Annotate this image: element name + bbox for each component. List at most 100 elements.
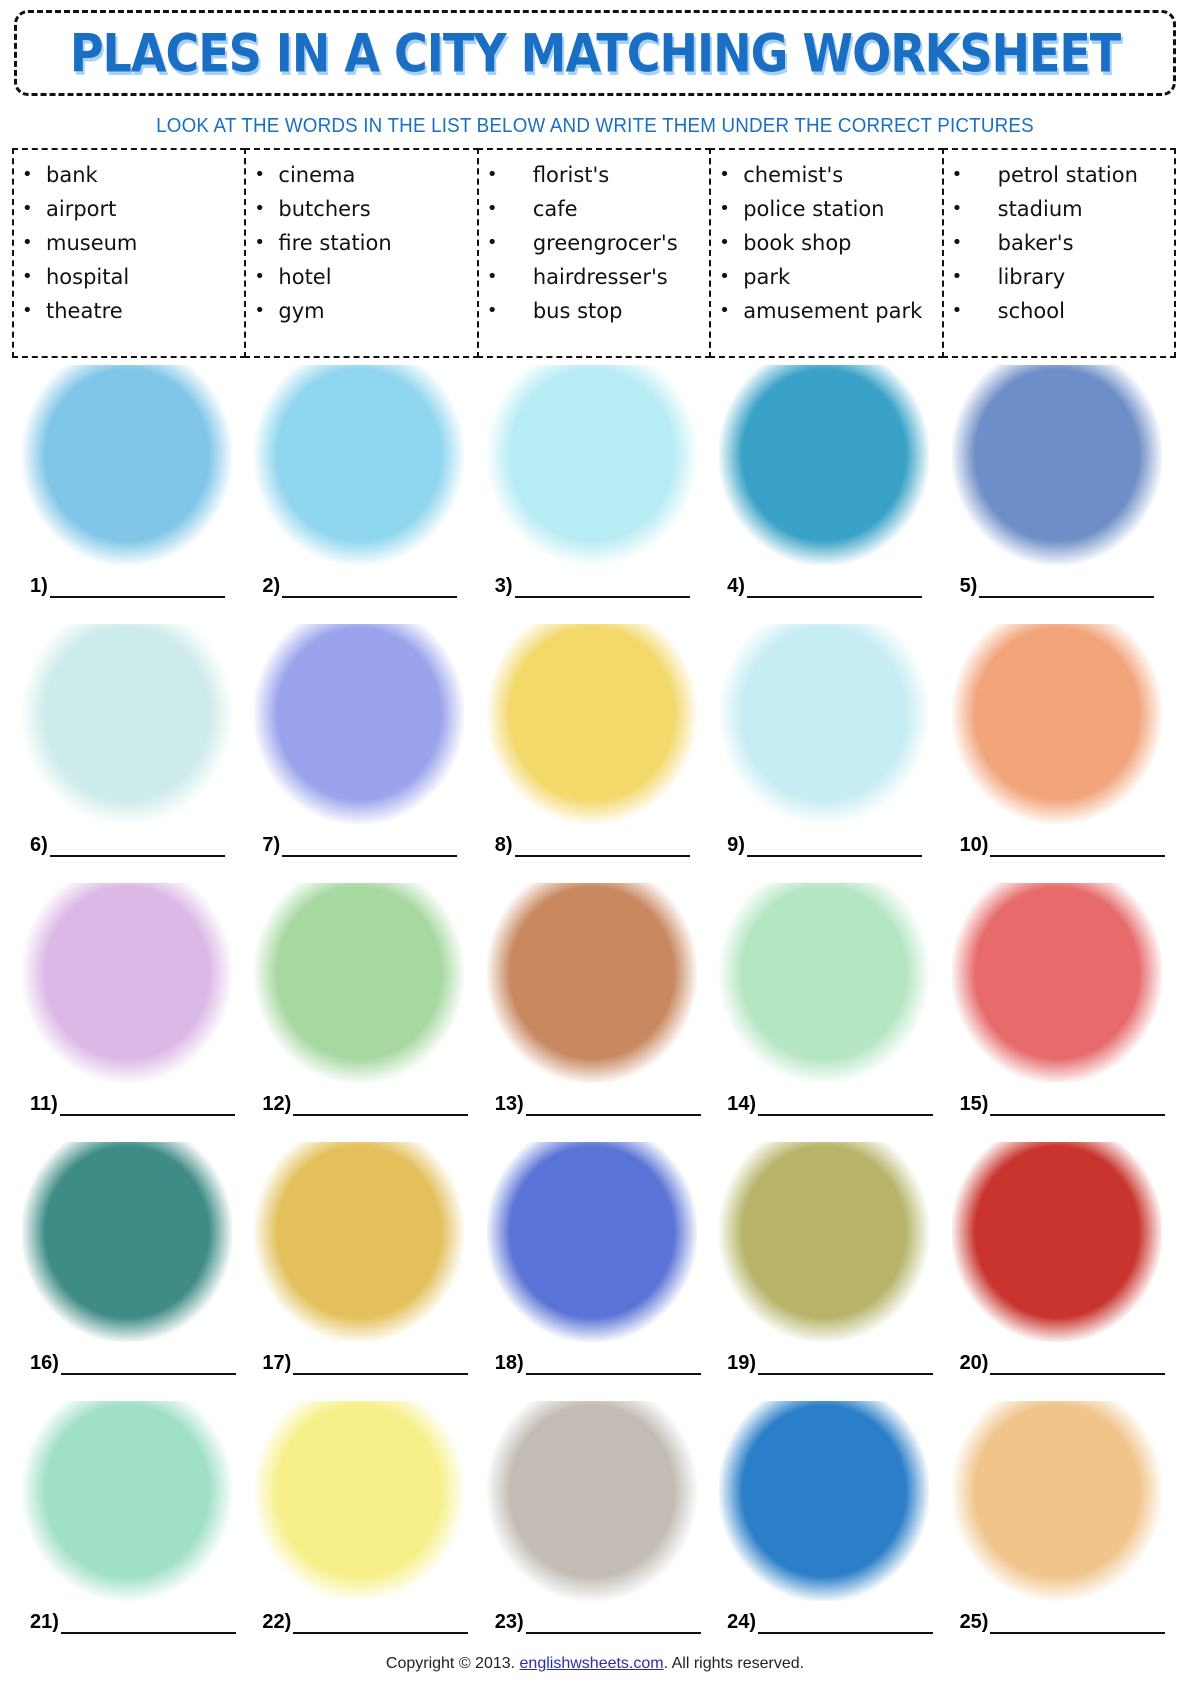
word-item: • school — [952, 294, 1174, 328]
answer-field[interactable]: 10) — [960, 834, 1166, 857]
item-number: 11) — [30, 1093, 58, 1115]
bullet-icon: • — [254, 266, 266, 287]
clipart-image — [486, 624, 697, 824]
word-label: museum — [46, 231, 138, 255]
answer-blank-line[interactable] — [49, 837, 225, 857]
answer-field[interactable]: 1) — [30, 575, 225, 598]
exercise-item: 23) — [479, 1401, 711, 1660]
item-number: 25) — [959, 1611, 989, 1633]
word-item: • petrol station — [952, 158, 1174, 192]
bullet-icon: • — [254, 198, 266, 219]
answer-blank-line[interactable] — [979, 578, 1155, 598]
item-number: 17) — [262, 1352, 292, 1374]
answer-field[interactable]: 15) — [960, 1093, 1166, 1116]
answer-field[interactable]: 7) — [262, 834, 458, 857]
answer-blank-line[interactable] — [282, 837, 458, 857]
word-label: greengrocer's — [532, 231, 678, 255]
word-item: • police station — [719, 192, 941, 226]
clipart-image — [486, 1401, 697, 1601]
answer-blank-line[interactable] — [59, 1096, 235, 1116]
answer-field[interactable]: 17) — [262, 1352, 469, 1375]
answer-field[interactable]: 20) — [960, 1352, 1166, 1375]
word-column: • chemist's • police station • book shop • park… — [709, 148, 944, 358]
answer-blank-line[interactable] — [514, 837, 690, 857]
word-label: gym — [278, 299, 325, 323]
answer-field[interactable]: 18) — [495, 1352, 701, 1375]
answer-field[interactable]: 21) — [30, 1611, 236, 1634]
exercise-item: 8) — [479, 624, 711, 883]
bullet-icon: • — [486, 266, 498, 287]
answer-blank-line[interactable] — [746, 578, 922, 598]
answer-field[interactable]: 14) — [727, 1093, 934, 1116]
bullet-icon: • — [254, 164, 266, 185]
clipart-image — [486, 1142, 697, 1342]
word-bank: • bank • airport • museum • hospital • theatre • ci… — [12, 148, 1177, 358]
answer-blank-line[interactable] — [758, 1355, 934, 1375]
answer-blank-line[interactable] — [746, 837, 922, 857]
clipart-image — [951, 624, 1162, 824]
answer-blank-line[interactable] — [49, 578, 225, 598]
answer-blank-line[interactable] — [293, 1355, 469, 1375]
instruction-text: LOOK AT THE WORDS IN THE LIST BELOW AND … — [156, 115, 1034, 137]
bullet-icon: • — [486, 198, 498, 219]
answer-field[interactable]: 22) — [262, 1611, 469, 1634]
answer-field[interactable]: 3) — [495, 575, 690, 598]
site-link[interactable]: englishwsheets.com — [520, 1655, 664, 1672]
answer-blank-line[interactable] — [60, 1355, 236, 1375]
answer-blank-line[interactable] — [60, 1614, 236, 1634]
bullet-icon: • — [486, 300, 498, 321]
answer-blank-line[interactable] — [514, 578, 690, 598]
answer-field[interactable]: 2) — [262, 575, 458, 598]
answer-blank-line[interactable] — [990, 1355, 1166, 1375]
word-label: police station — [743, 197, 885, 221]
word-item: • bus stop — [487, 294, 709, 328]
answer-field[interactable]: 4) — [727, 575, 922, 598]
answer-blank-line[interactable] — [990, 837, 1166, 857]
answer-blank-line[interactable] — [525, 1096, 701, 1116]
word-label: fire station — [278, 231, 392, 255]
bullet-icon: • — [719, 300, 730, 321]
answer-blank-line[interactable] — [990, 1096, 1166, 1116]
word-item: • greengrocer's — [487, 226, 709, 260]
word-item: • amusement park — [719, 294, 941, 328]
clipart-image — [254, 624, 465, 824]
item-number: 3) — [494, 575, 513, 597]
picture-row: 6) 7) 8) 9) 10) — [14, 624, 1176, 883]
answer-field[interactable]: 19) — [727, 1352, 934, 1375]
answer-field[interactable]: 6) — [30, 834, 225, 857]
exercise-item: 10) — [944, 624, 1176, 883]
answer-field[interactable]: 8) — [495, 834, 690, 857]
bullet-icon: • — [719, 164, 730, 185]
word-item: • stadium — [952, 192, 1174, 226]
answer-blank-line[interactable] — [525, 1355, 701, 1375]
exercise-item: 17) — [246, 1142, 478, 1401]
answer-field[interactable]: 9) — [727, 834, 922, 857]
exercise-item: 2) — [246, 365, 478, 624]
word-item: • cafe — [487, 192, 709, 226]
word-item: • gym — [254, 294, 476, 328]
answer-blank-line[interactable] — [990, 1614, 1166, 1634]
exercise-item: 18) — [479, 1142, 711, 1401]
answer-blank-line[interactable] — [293, 1614, 469, 1634]
answer-field[interactable]: 16) — [30, 1352, 236, 1375]
picture-grid: 1) 2) 3) 4) 5) 6) 7) 8) 9) 10) 11) 12) 13) 14) 15) 16) 1… — [14, 365, 1176, 1660]
picture-row: 1) 2) 3) 4) 5) — [14, 365, 1176, 624]
word-label: park — [743, 265, 791, 289]
answer-blank-line[interactable] — [758, 1614, 934, 1634]
item-number: 12) — [262, 1093, 292, 1115]
item-number: 1) — [30, 575, 48, 597]
answer-blank-line[interactable] — [758, 1096, 934, 1116]
answer-field[interactable]: 5) — [960, 575, 1155, 598]
clipart-image — [254, 1142, 465, 1342]
answer-field[interactable]: 24) — [727, 1611, 934, 1634]
answer-blank-line[interactable] — [525, 1614, 701, 1634]
answer-field[interactable]: 13) — [495, 1093, 701, 1116]
exercise-item: 3) — [479, 365, 711, 624]
word-item: • park — [719, 260, 941, 294]
answer-field[interactable]: 23) — [495, 1611, 701, 1634]
answer-blank-line[interactable] — [293, 1096, 469, 1116]
answer-field[interactable]: 11) — [30, 1093, 235, 1116]
answer-field[interactable]: 12) — [262, 1093, 469, 1116]
answer-field[interactable]: 25) — [960, 1611, 1166, 1634]
answer-blank-line[interactable] — [282, 578, 458, 598]
